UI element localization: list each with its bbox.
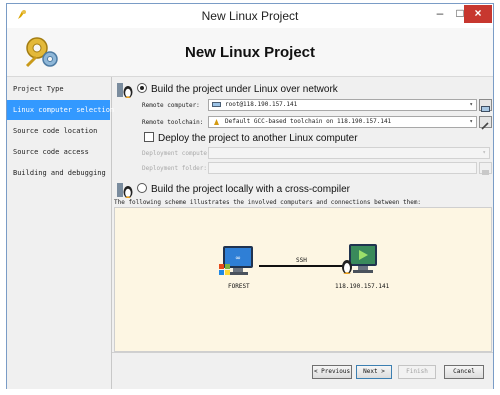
left-node-label: FOREST bbox=[228, 283, 250, 290]
svg-text:∞: ∞ bbox=[235, 254, 241, 262]
radio-selected-indicator bbox=[137, 83, 147, 93]
folder-icon bbox=[482, 170, 489, 175]
remote-toolchain-select[interactable]: Default GCC-based toolchain on 118.190.1… bbox=[208, 116, 477, 128]
title-bar: New Linux Project – □ × bbox=[7, 4, 493, 28]
deployment-computer-select[interactable]: ▾ bbox=[208, 147, 490, 159]
browse-folder-button[interactable] bbox=[479, 162, 492, 175]
connection-scheme: ∞ FOREST SSH 118.190.157.141 bbox=[114, 207, 492, 352]
pencil-icon bbox=[481, 122, 489, 130]
wizard-steps-sidebar: Project Type Linux computer selection So… bbox=[7, 77, 114, 389]
wizard-content: Build the project under Linux over netwo… bbox=[112, 77, 493, 352]
wizard-header: New Linux Project bbox=[7, 28, 493, 77]
build-locally-label: Build the project locally with a cross-c… bbox=[151, 184, 350, 195]
close-button[interactable]: × bbox=[464, 5, 492, 23]
checkbox-indicator bbox=[144, 132, 154, 142]
right-node-label: 118.190.157.141 bbox=[335, 283, 390, 290]
linux-computer-icon bbox=[342, 244, 377, 274]
connection-label: SSH bbox=[296, 257, 307, 264]
deployment-folder-field[interactable] bbox=[208, 162, 477, 174]
radio-unselected-indicator bbox=[137, 183, 147, 193]
chevron-down-icon: ▾ bbox=[469, 101, 473, 108]
scheme-description: The following scheme illustrates the inv… bbox=[114, 199, 422, 206]
page-title: New Linux Project bbox=[184, 44, 316, 61]
sidebar-item-source-code-location[interactable]: Source code location bbox=[7, 121, 110, 141]
remote-computer-label: Remote computer: bbox=[142, 102, 200, 109]
cross-compiler-icon bbox=[117, 183, 133, 198]
computer-icon bbox=[212, 102, 221, 107]
chevron-down-icon: ▾ bbox=[469, 118, 473, 125]
deployment-folder-label: Deployment folder: bbox=[142, 165, 208, 172]
deploy-checkbox[interactable]: Deploy the project to another Linux comp… bbox=[144, 132, 358, 144]
minimize-button[interactable]: – bbox=[431, 5, 449, 23]
wizard-window: New Linux Project – □ × New Linux Projec… bbox=[6, 3, 494, 389]
remote-toolchain-label: Remote toolchain: bbox=[142, 119, 204, 126]
linux-network-icon bbox=[117, 83, 133, 98]
cancel-button[interactable]: Cancel bbox=[444, 365, 484, 379]
wizard-footer: < Previous Next > Finish Cancel bbox=[112, 352, 493, 389]
windows-computer-icon: ∞ bbox=[219, 246, 253, 275]
edit-toolchain-button[interactable] bbox=[479, 116, 492, 130]
build-over-network-label: Build the project under Linux over netwo… bbox=[151, 84, 338, 95]
sidebar-item-project-type[interactable]: Project Type bbox=[7, 79, 110, 99]
build-locally-radio[interactable]: Build the project locally with a cross-c… bbox=[137, 183, 350, 195]
sidebar-item-source-code-access[interactable]: Source code access bbox=[7, 142, 110, 162]
computer-list-icon bbox=[481, 106, 490, 112]
chevron-down-icon: ▾ bbox=[482, 149, 486, 156]
remote-computer-value: root@118.190.157.141 bbox=[225, 101, 298, 108]
window-title: New Linux Project bbox=[201, 9, 299, 23]
toolchain-icon bbox=[214, 119, 219, 125]
finish-button[interactable]: Finish bbox=[398, 365, 436, 379]
remote-toolchain-value: Default GCC-based toolchain on 118.190.1… bbox=[225, 118, 392, 125]
next-button[interactable]: Next > bbox=[356, 365, 392, 379]
sidebar-item-building-and-debugging[interactable]: Building and debugging bbox=[7, 163, 110, 183]
deploy-label: Deploy the project to another Linux comp… bbox=[158, 133, 358, 144]
manage-computers-button[interactable] bbox=[479, 99, 492, 112]
sidebar-item-linux-computer-selection[interactable]: Linux computer selection bbox=[7, 100, 114, 120]
deployment-computer-label: Deployment computer: bbox=[142, 150, 215, 157]
previous-button[interactable]: < Previous bbox=[312, 365, 352, 379]
build-over-network-radio[interactable]: Build the project under Linux over netwo… bbox=[137, 83, 338, 95]
remote-computer-select[interactable]: root@118.190.157.141 ▾ bbox=[208, 99, 477, 111]
